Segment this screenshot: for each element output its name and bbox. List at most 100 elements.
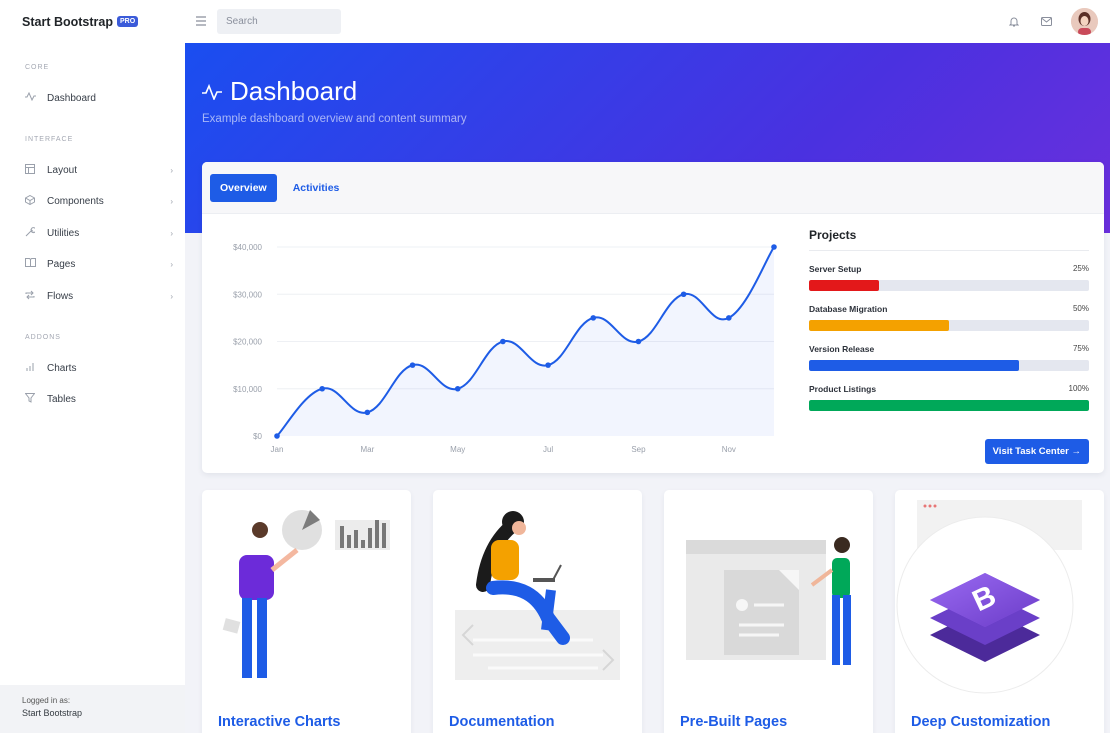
brand-name: Start Bootstrap: [22, 14, 113, 29]
y-tick-label: $30,000: [233, 290, 262, 299]
data-point: [364, 409, 371, 416]
brand-logo[interactable]: Start Bootstrap PRO: [0, 15, 185, 29]
project-row: Server Setup 25%: [809, 264, 1089, 291]
feature-title: Documentation: [449, 714, 555, 730]
card-tabs: Overview Activities: [202, 162, 1104, 214]
repeat-icon: [25, 290, 40, 303]
progress-fill: [809, 360, 1019, 371]
bell-icon[interactable]: [1007, 15, 1021, 29]
data-point: [500, 338, 506, 345]
data-point: [409, 362, 416, 368]
feature-title: Interactive Charts: [218, 714, 341, 730]
data-point: [274, 433, 280, 439]
x-tick-label: Nov: [722, 445, 736, 454]
activity-icon: [25, 91, 40, 104]
documentation-illustration: [455, 511, 620, 680]
data-point: [590, 315, 597, 321]
progress-fill: [809, 400, 1089, 411]
overview-card: Overview Activities $0 $10,000 $20,000 $30,…: [202, 162, 1104, 473]
project-percent: 50%: [1072, 304, 1089, 313]
bootstrap-logo-illustration: B: [896, 500, 1082, 694]
sidebar-item-label: Charts: [47, 362, 77, 374]
x-tick-label: Jan: [271, 445, 284, 454]
logged-in-user: Start Bootstrap: [22, 708, 83, 718]
x-tick-label: Sep: [631, 445, 646, 454]
page-title: Dashboard: [202, 76, 357, 107]
progress-bar: [809, 400, 1089, 411]
sidebar-item-tables[interactable]: Tables: [24, 389, 175, 409]
data-point: [635, 338, 642, 345]
feature-card-prebuilt-pages[interactable]: Pre-Built Pages: [664, 490, 873, 733]
progress-bar: [809, 280, 1089, 291]
user-avatar[interactable]: [1071, 8, 1098, 35]
sidebar-footer: Logged in as: Start Bootstrap: [0, 685, 185, 733]
sidebar-item-label: Utilities: [47, 227, 80, 239]
tab-overview[interactable]: Overview: [210, 173, 277, 202]
projects-panel: Projects Server Setup 25% Database Migrati…: [809, 228, 1089, 464]
sidebar-heading-core: CORE: [25, 64, 50, 71]
sidebar-item-components[interactable]: Components ›: [25, 191, 175, 211]
sidebar-heading-interface: INTERFACE: [25, 136, 74, 143]
x-tick-label: Jul: [543, 445, 553, 454]
chevron-right-icon: ›: [170, 228, 173, 238]
chevron-right-icon: ›: [170, 291, 173, 301]
project-percent: 100%: [1068, 384, 1089, 393]
sidebar-item-label: Pages: [47, 258, 76, 270]
sidebar-item-flows[interactable]: Flows ›: [25, 286, 175, 306]
progress-fill: [809, 280, 879, 291]
project-percent: 75%: [1072, 344, 1089, 353]
sidebar-item-utilities[interactable]: Utilities ›: [25, 223, 175, 243]
menu-icon[interactable]: [185, 15, 217, 29]
feature-card-deep-customization[interactable]: B Deep Customization: [895, 490, 1104, 733]
y-tick-label: $0: [253, 432, 262, 441]
data-point: [454, 385, 461, 392]
feature-title: Deep Customization: [911, 714, 1051, 730]
project-row: Database Migration 50%: [809, 304, 1089, 331]
sidebar: CORE Dashboard INTERFACE Layout › Compon…: [0, 43, 185, 733]
chevron-right-icon: ›: [170, 165, 173, 175]
data-point: [680, 291, 687, 298]
feature-card-documentation[interactable]: Documentation: [433, 490, 642, 733]
project-name: Database Migration: [809, 304, 888, 314]
area-chart-svg: $0 $10,000 $20,000 $30,000 $40,000 Jan Mar May J…: [233, 243, 777, 454]
sidebar-heading-addons: ADDONS: [25, 334, 61, 341]
data-point: [726, 315, 732, 321]
prebuilt-pages-illustration: [686, 537, 851, 665]
data-point: [319, 385, 325, 392]
tab-activities[interactable]: Activities: [283, 174, 350, 202]
data-point: [771, 244, 777, 250]
project-name: Server Setup: [809, 264, 862, 274]
feature-card-charts[interactable]: Interactive Charts: [202, 490, 411, 733]
sidebar-item-dashboard[interactable]: Dashboard: [25, 88, 175, 108]
data-point: [545, 362, 551, 368]
progress-bar: [809, 360, 1089, 371]
filter-icon: [24, 392, 40, 406]
top-navbar: Start Bootstrap PRO Search: [0, 0, 1110, 43]
package-icon: [25, 194, 40, 208]
sidebar-item-pages[interactable]: Pages ›: [25, 254, 175, 274]
sidebar-item-charts[interactable]: Charts: [25, 358, 175, 378]
sidebar-item-label: Tables: [47, 393, 76, 405]
projects-title: Projects: [809, 228, 1089, 251]
y-tick-label: $10,000: [233, 385, 262, 394]
project-row: Version Release 75%: [809, 344, 1089, 371]
search-input[interactable]: Search: [217, 9, 341, 34]
visit-task-center-button[interactable]: Visit Task Center →: [984, 439, 1089, 464]
mail-icon[interactable]: [1039, 15, 1053, 29]
project-row: Product Listings 100%: [809, 384, 1089, 411]
pro-badge: PRO: [116, 16, 139, 27]
progress-bar: [809, 320, 1089, 331]
earnings-chart: $0 $10,000 $20,000 $30,000 $40,000 Jan Mar May J…: [202, 214, 792, 474]
x-tick-label: May: [450, 445, 465, 454]
logged-in-label: Logged in as:: [22, 696, 71, 705]
chevron-right-icon: ›: [170, 259, 173, 269]
search-placeholder: Search: [226, 16, 258, 27]
sidebar-item-layout[interactable]: Layout ›: [25, 160, 175, 180]
feature-title: Pre-Built Pages: [680, 714, 788, 730]
sidebar-item-label: Dashboard: [47, 92, 96, 104]
sidebar-item-label: Components: [47, 195, 104, 207]
project-percent: 25%: [1072, 264, 1089, 273]
book-icon: [25, 258, 40, 270]
tool-icon: [25, 226, 40, 240]
project-name: Version Release: [809, 344, 875, 354]
